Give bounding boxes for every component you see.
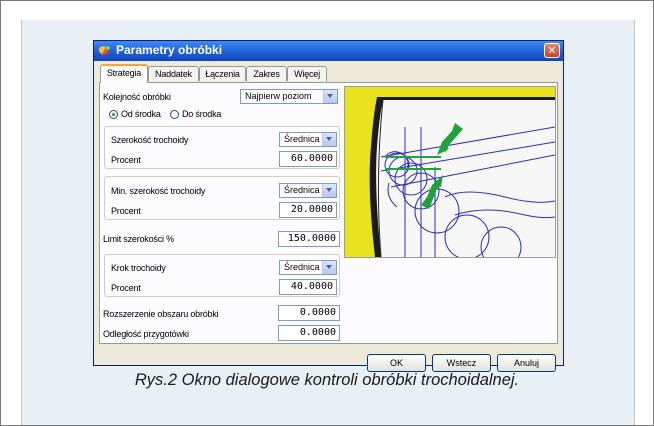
radio-to-center-label: Do środka bbox=[182, 109, 222, 119]
min-trochoid-width-mode-value: Średnica bbox=[284, 185, 320, 195]
area-extension-field[interactable]: 0.0000 bbox=[278, 305, 340, 321]
trochoid-illustration bbox=[345, 87, 555, 257]
trochoid-step-mode-value: Średnica bbox=[284, 262, 320, 272]
min-trochoid-width-group: Min. szerokość trochoidy Średnica Procen… bbox=[104, 176, 340, 220]
app-icon bbox=[99, 46, 110, 56]
trochoid-step-group: Krok trochoidy Średnica Procent 40.0000 bbox=[104, 254, 340, 297]
tab-strategia[interactable]: Strategia bbox=[100, 64, 148, 83]
chevron-down-icon bbox=[322, 261, 336, 274]
order-select-value: Najpierw poziom bbox=[245, 91, 312, 101]
back-button[interactable]: Wstecz bbox=[432, 354, 491, 372]
area-extension-label: Rozszerzenie obszaru obróbki bbox=[103, 309, 219, 319]
trochoid-width-label: Szerokość trochoidy bbox=[111, 135, 189, 145]
tab-zakres[interactable]: Zakres bbox=[246, 66, 287, 81]
dialog-title: Parametry obróbki bbox=[116, 43, 223, 57]
radio-from-center[interactable] bbox=[109, 110, 118, 119]
strategy-preview-image bbox=[344, 86, 556, 258]
chevron-down-icon bbox=[322, 184, 336, 197]
tab-laczenia[interactable]: Łączenia bbox=[199, 66, 246, 81]
tab-wiecej[interactable]: Więcej bbox=[287, 66, 327, 81]
trochoid-width-percent-label: Procent bbox=[111, 155, 141, 165]
trochoid-width-group: Szerokość trochoidy Średnica Procent 60.… bbox=[104, 126, 340, 169]
ok-button[interactable]: OK bbox=[367, 354, 426, 372]
min-trochoid-width-percent-label: Procent bbox=[111, 206, 141, 216]
width-limit-field[interactable]: 150.0000 bbox=[278, 231, 340, 247]
trochoid-step-percent-label: Procent bbox=[111, 283, 141, 293]
width-limit-label: Limit szerokości % bbox=[103, 234, 174, 244]
radio-from-center-label: Od środka bbox=[121, 109, 161, 119]
strategy-panel: Kolejność obróbki Najpierw poziom Od śro… bbox=[99, 82, 558, 344]
figure-caption: Rys.2 Okno dialogowe kontroli obróbki tr… bbox=[134, 371, 520, 389]
min-trochoid-width-label: Min. szerokość trochoidy bbox=[111, 186, 206, 196]
title-bar[interactable]: Parametry obróbki ✕ bbox=[94, 41, 563, 61]
order-select[interactable]: Najpierw poziom bbox=[240, 89, 338, 104]
trochoid-step-label: Krok trochoidy bbox=[111, 263, 166, 273]
processing-parameters-dialog: Parametry obróbki ✕ Strategia Naddatek Ł… bbox=[93, 40, 564, 372]
chevron-down-icon bbox=[323, 90, 337, 103]
trochoid-step-mode-select[interactable]: Średnica bbox=[279, 260, 337, 275]
close-icon: ✕ bbox=[547, 44, 557, 57]
trochoid-width-percent-field[interactable]: 60.0000 bbox=[279, 151, 337, 167]
min-trochoid-width-mode-select[interactable]: Średnica bbox=[279, 183, 337, 198]
close-button[interactable]: ✕ bbox=[544, 43, 560, 58]
tab-naddatek[interactable]: Naddatek bbox=[148, 66, 199, 81]
trochoid-width-mode-select[interactable]: Średnica bbox=[279, 132, 337, 147]
order-label: Kolejność obróbki bbox=[103, 92, 171, 102]
min-trochoid-width-percent-field[interactable]: 20.0000 bbox=[279, 202, 337, 218]
radio-to-center[interactable] bbox=[170, 110, 179, 119]
chevron-down-icon bbox=[322, 133, 336, 146]
trochoid-step-percent-field[interactable]: 40.0000 bbox=[279, 279, 337, 295]
stock-distance-label: Odległość przygotówki bbox=[103, 329, 189, 339]
trochoid-width-mode-value: Średnica bbox=[284, 134, 320, 144]
cancel-button[interactable]: Anuluj bbox=[497, 354, 556, 372]
stock-distance-field[interactable]: 0.0000 bbox=[278, 325, 340, 341]
